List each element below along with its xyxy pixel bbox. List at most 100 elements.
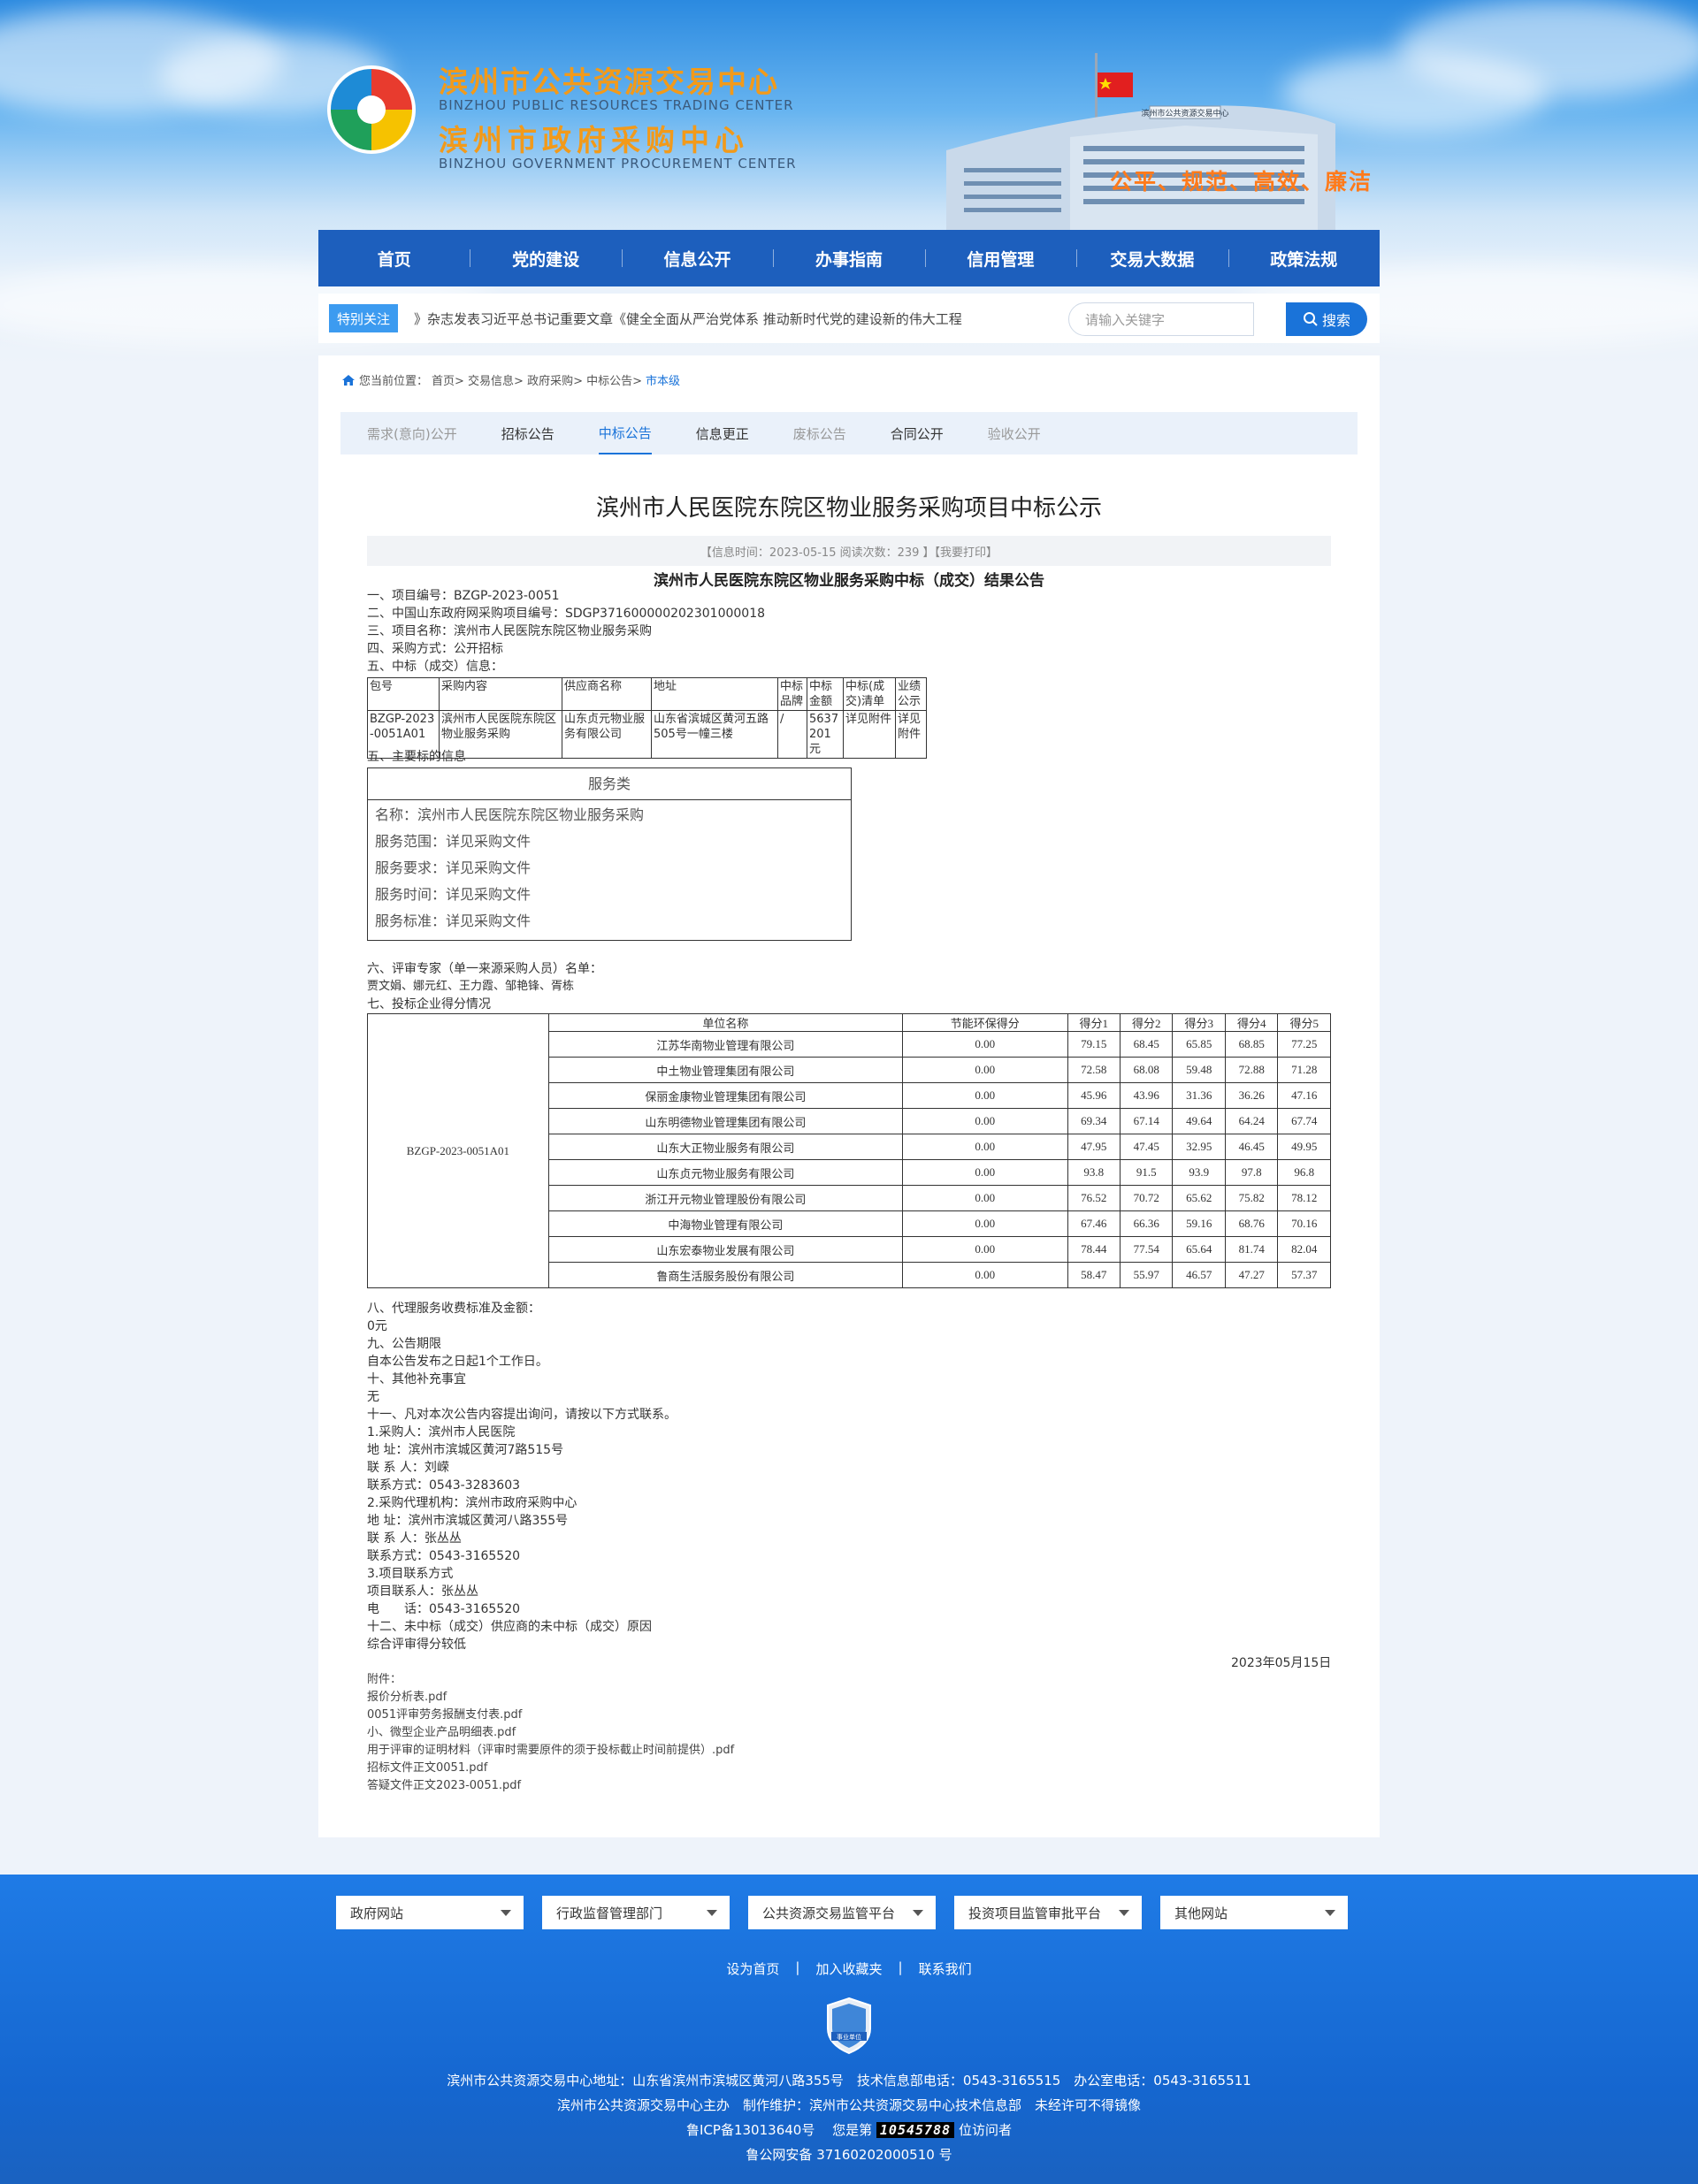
table-cell: 70.72	[1119, 1185, 1174, 1211]
table-cell: 59.16	[1172, 1210, 1226, 1237]
footer-host: 滨州市公共资源交易中心主办 制作维护：滨州市公共资源交易中心技术信息部 未经许可…	[556, 2097, 1141, 2113]
table-header: 业绩公示	[895, 677, 927, 711]
chevron-down-icon	[501, 1909, 511, 1916]
icp-number[interactable]: 鲁ICP备13013640号	[686, 2122, 815, 2138]
slogan: 公平、规范、高效、廉洁	[1110, 169, 1373, 195]
add-favorite-link[interactable]: 加入收藏夹	[815, 1959, 882, 1978]
site-logo[interactable]	[327, 65, 416, 154]
set-homepage-link[interactable]: 设为首页	[726, 1959, 779, 1978]
tab-cancel[interactable]: 废标公告	[793, 412, 846, 454]
table-cell: 67.74	[1277, 1108, 1331, 1134]
tab-demand[interactable]: 需求(意向)公开	[367, 412, 457, 454]
doc-line: 1.采购人：滨州市人民医院	[367, 1425, 516, 1439]
breadcrumb-path[interactable]: 首页> 交易信息> 政府采购> 中标公告>	[432, 371, 642, 388]
select-label: 其他网站	[1174, 1905, 1228, 1921]
table-cell: 江苏华南物业管理有限公司	[547, 1031, 903, 1058]
attachment-link[interactable]: 答疑文件正文2023-0051.pdf	[367, 1777, 734, 1795]
table-cell: 78.44	[1067, 1236, 1121, 1263]
breadcrumb-current[interactable]: 市本级	[646, 371, 680, 388]
table-cell: 64.24	[1224, 1108, 1279, 1134]
nav-item-home[interactable]: 首页	[318, 230, 470, 286]
tab-tender[interactable]: 招标公告	[501, 412, 555, 454]
doc-line: 三、项目名称：滨州市人民医院东院区物业服务采购	[367, 624, 652, 638]
table-header: 得分5	[1277, 1013, 1331, 1032]
select-label: 行政监督管理部门	[556, 1905, 663, 1921]
table-cell: 山东宏泰物业发展有限公司	[547, 1236, 903, 1263]
institution-badge-icon[interactable]: 事业单位	[824, 1997, 874, 2055]
tab-acceptance[interactable]: 验收公开	[988, 412, 1041, 454]
table-cell: 43.96	[1119, 1082, 1174, 1109]
table-cell: 46.57	[1172, 1262, 1226, 1288]
select-other-sites[interactable]: 其他网站	[1160, 1896, 1348, 1929]
table-cell: 0.00	[901, 1134, 1068, 1160]
table-cell[interactable]: 详见附件	[895, 710, 927, 759]
table-cell: 0.00	[901, 1057, 1068, 1083]
table-cell: 75.82	[1224, 1185, 1279, 1211]
table-cell[interactable]: 详见附件	[843, 710, 896, 759]
tab-correction[interactable]: 信息更正	[696, 412, 749, 454]
table-cell: 72.88	[1224, 1057, 1279, 1083]
doc-line: 八、代理服务收费标准及金额：	[367, 1302, 540, 1316]
chevron-down-icon	[913, 1909, 923, 1916]
attachment-link[interactable]: 招标文件正文0051.pdf	[367, 1760, 734, 1777]
doc-line: 一、项目编号：BZGP-2023-0051	[367, 589, 560, 603]
announcement-date: 2023年05月15日	[1231, 1656, 1332, 1670]
focus-news-ticker[interactable]: 》杂志发表习近平总书记重要文章《健全全面从严治党体系 推动新时代党的建设新的伟大…	[414, 309, 998, 328]
attachment-link[interactable]: 用于评审的证明材料（评审时需要原件的须于投标截止时间前提供）.pdf	[367, 1742, 734, 1760]
score-heading: 七、投标企业得分情况	[367, 997, 491, 1012]
article-meta[interactable]: 【信息时间：2023-05-15 阅读次数：239 】【我要打印】	[700, 543, 998, 560]
police-record[interactable]: 鲁公网安备 37160202000510 号	[0, 2145, 1698, 2164]
doc-line: 联 系 人：刘嵘	[367, 1461, 449, 1475]
select-investment-platforms[interactable]: 投资项目监管审批平台	[954, 1896, 1142, 1929]
footer-links: 设为首页 | 加入收藏夹 | 联系我们	[0, 1959, 1698, 1978]
search-input[interactable]: 请输入关键字	[1068, 302, 1254, 336]
link-divider: |	[795, 1959, 800, 1975]
table-header: 中标(成交)清单	[843, 677, 896, 711]
table-cell: 71.28	[1277, 1057, 1331, 1083]
table-cell: 77.25	[1277, 1031, 1331, 1058]
attachment-link[interactable]: 0051评审劳务报酬支付表.pdf	[367, 1707, 734, 1724]
nav-item-trade-data[interactable]: 交易大数据	[1076, 230, 1228, 286]
select-trade-platforms[interactable]: 公共资源交易监管平台	[748, 1896, 936, 1929]
procurement-title-en: BINZHOU GOVERNMENT PROCUREMENT CENTER	[439, 156, 797, 172]
nav-item-credit[interactable]: 信用管理	[924, 230, 1076, 286]
attachment-link[interactable]: 小、微型企业产品明细表.pdf	[367, 1724, 734, 1742]
select-supervision-depts[interactable]: 行政监督管理部门	[542, 1896, 730, 1929]
select-gov-sites[interactable]: 政府网站	[336, 1896, 524, 1929]
doc-line: 四、采购方式：公开招标	[367, 642, 503, 656]
attachment-link[interactable]: 报价分析表.pdf	[367, 1689, 734, 1707]
table-cell: 49.64	[1172, 1108, 1226, 1134]
doc-line: 地 址：滨州市滨城区黄河7路515号	[367, 1443, 564, 1457]
table-cell: 79.15	[1067, 1031, 1121, 1058]
doc-line: 无	[367, 1390, 379, 1404]
table-cell: 0.00	[901, 1185, 1068, 1211]
table-cell: 31.36	[1172, 1082, 1226, 1109]
tab-contract[interactable]: 合同公开	[891, 412, 944, 454]
table-cell: 0.00	[901, 1159, 1068, 1186]
home-icon	[342, 374, 355, 386]
breadcrumb-prefix: 您当前位置：	[359, 375, 429, 388]
nav-item-info-disclosure[interactable]: 信息公开	[621, 230, 773, 286]
table-cell: 0.00	[901, 1210, 1068, 1237]
experts-section: 六、评审专家（单一来源采购人员）名单： 贾文娟、娜元红、王力霞、邹艳锋、胥栋 七…	[367, 960, 602, 1013]
nav-item-guide[interactable]: 办事指南	[773, 230, 924, 286]
site-title-en: BINZHOU PUBLIC RESOURCES TRADING CENTER	[439, 97, 794, 113]
table-cell: 0.00	[901, 1082, 1068, 1109]
package-cell: BZGP-2023-0051A01	[367, 1013, 549, 1288]
nav-item-party[interactable]: 党的建设	[470, 230, 621, 286]
tab-award[interactable]: 中标公告	[598, 412, 652, 454]
search-button[interactable]: 搜索	[1286, 302, 1367, 336]
table-cell: 浙江开元物业管理股份有限公司	[547, 1185, 903, 1211]
project-info: 一、项目编号：BZGP-2023-0051 二、中国山东政府网采购项目编号：SD…	[367, 587, 765, 676]
table-header: 节能环保得分	[901, 1013, 1068, 1032]
contact-us-link[interactable]: 联系我们	[919, 1959, 972, 1978]
table-cell: 96.8	[1277, 1159, 1331, 1186]
focus-badge: 特别关注	[329, 304, 398, 332]
doc-line: 地 址：滨州市滨城区黄河八路355号	[367, 1514, 569, 1528]
table-header: 包号	[367, 677, 440, 711]
nav-item-policy[interactable]: 政策法规	[1228, 230, 1380, 286]
doc-line: 综合评审得分较低	[367, 1638, 466, 1652]
doc-line: 自本公告发布之日起1个工作日。	[367, 1355, 548, 1369]
doc-line: 3.项目联系方式	[367, 1567, 454, 1581]
table-cell: 65.85	[1172, 1031, 1226, 1058]
